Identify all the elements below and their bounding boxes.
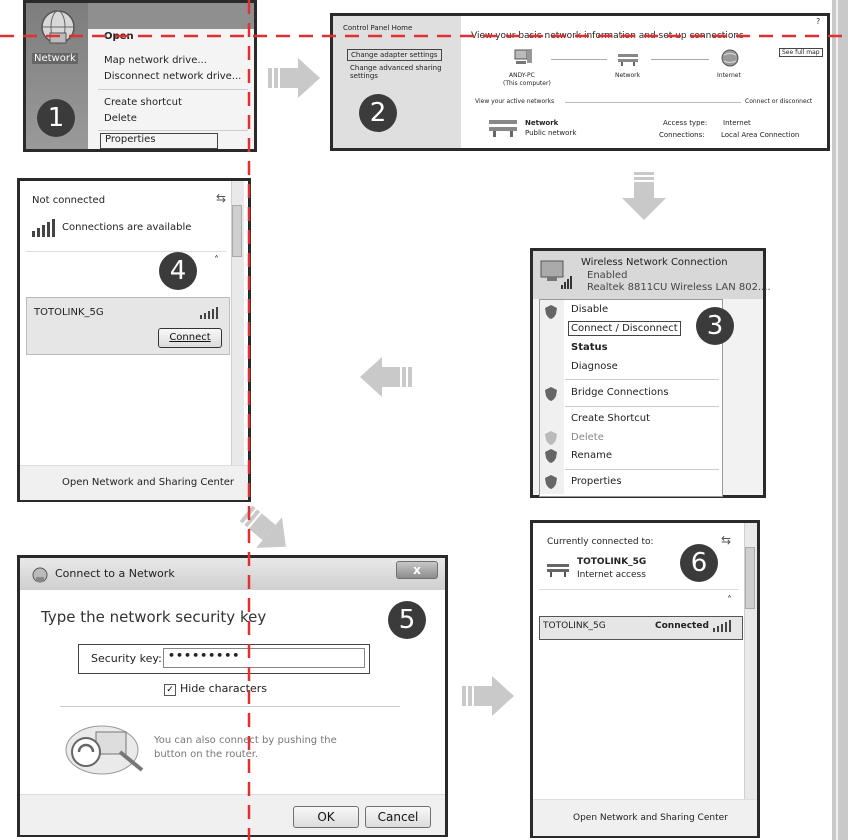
guide-line-vertical [247, 0, 251, 840]
